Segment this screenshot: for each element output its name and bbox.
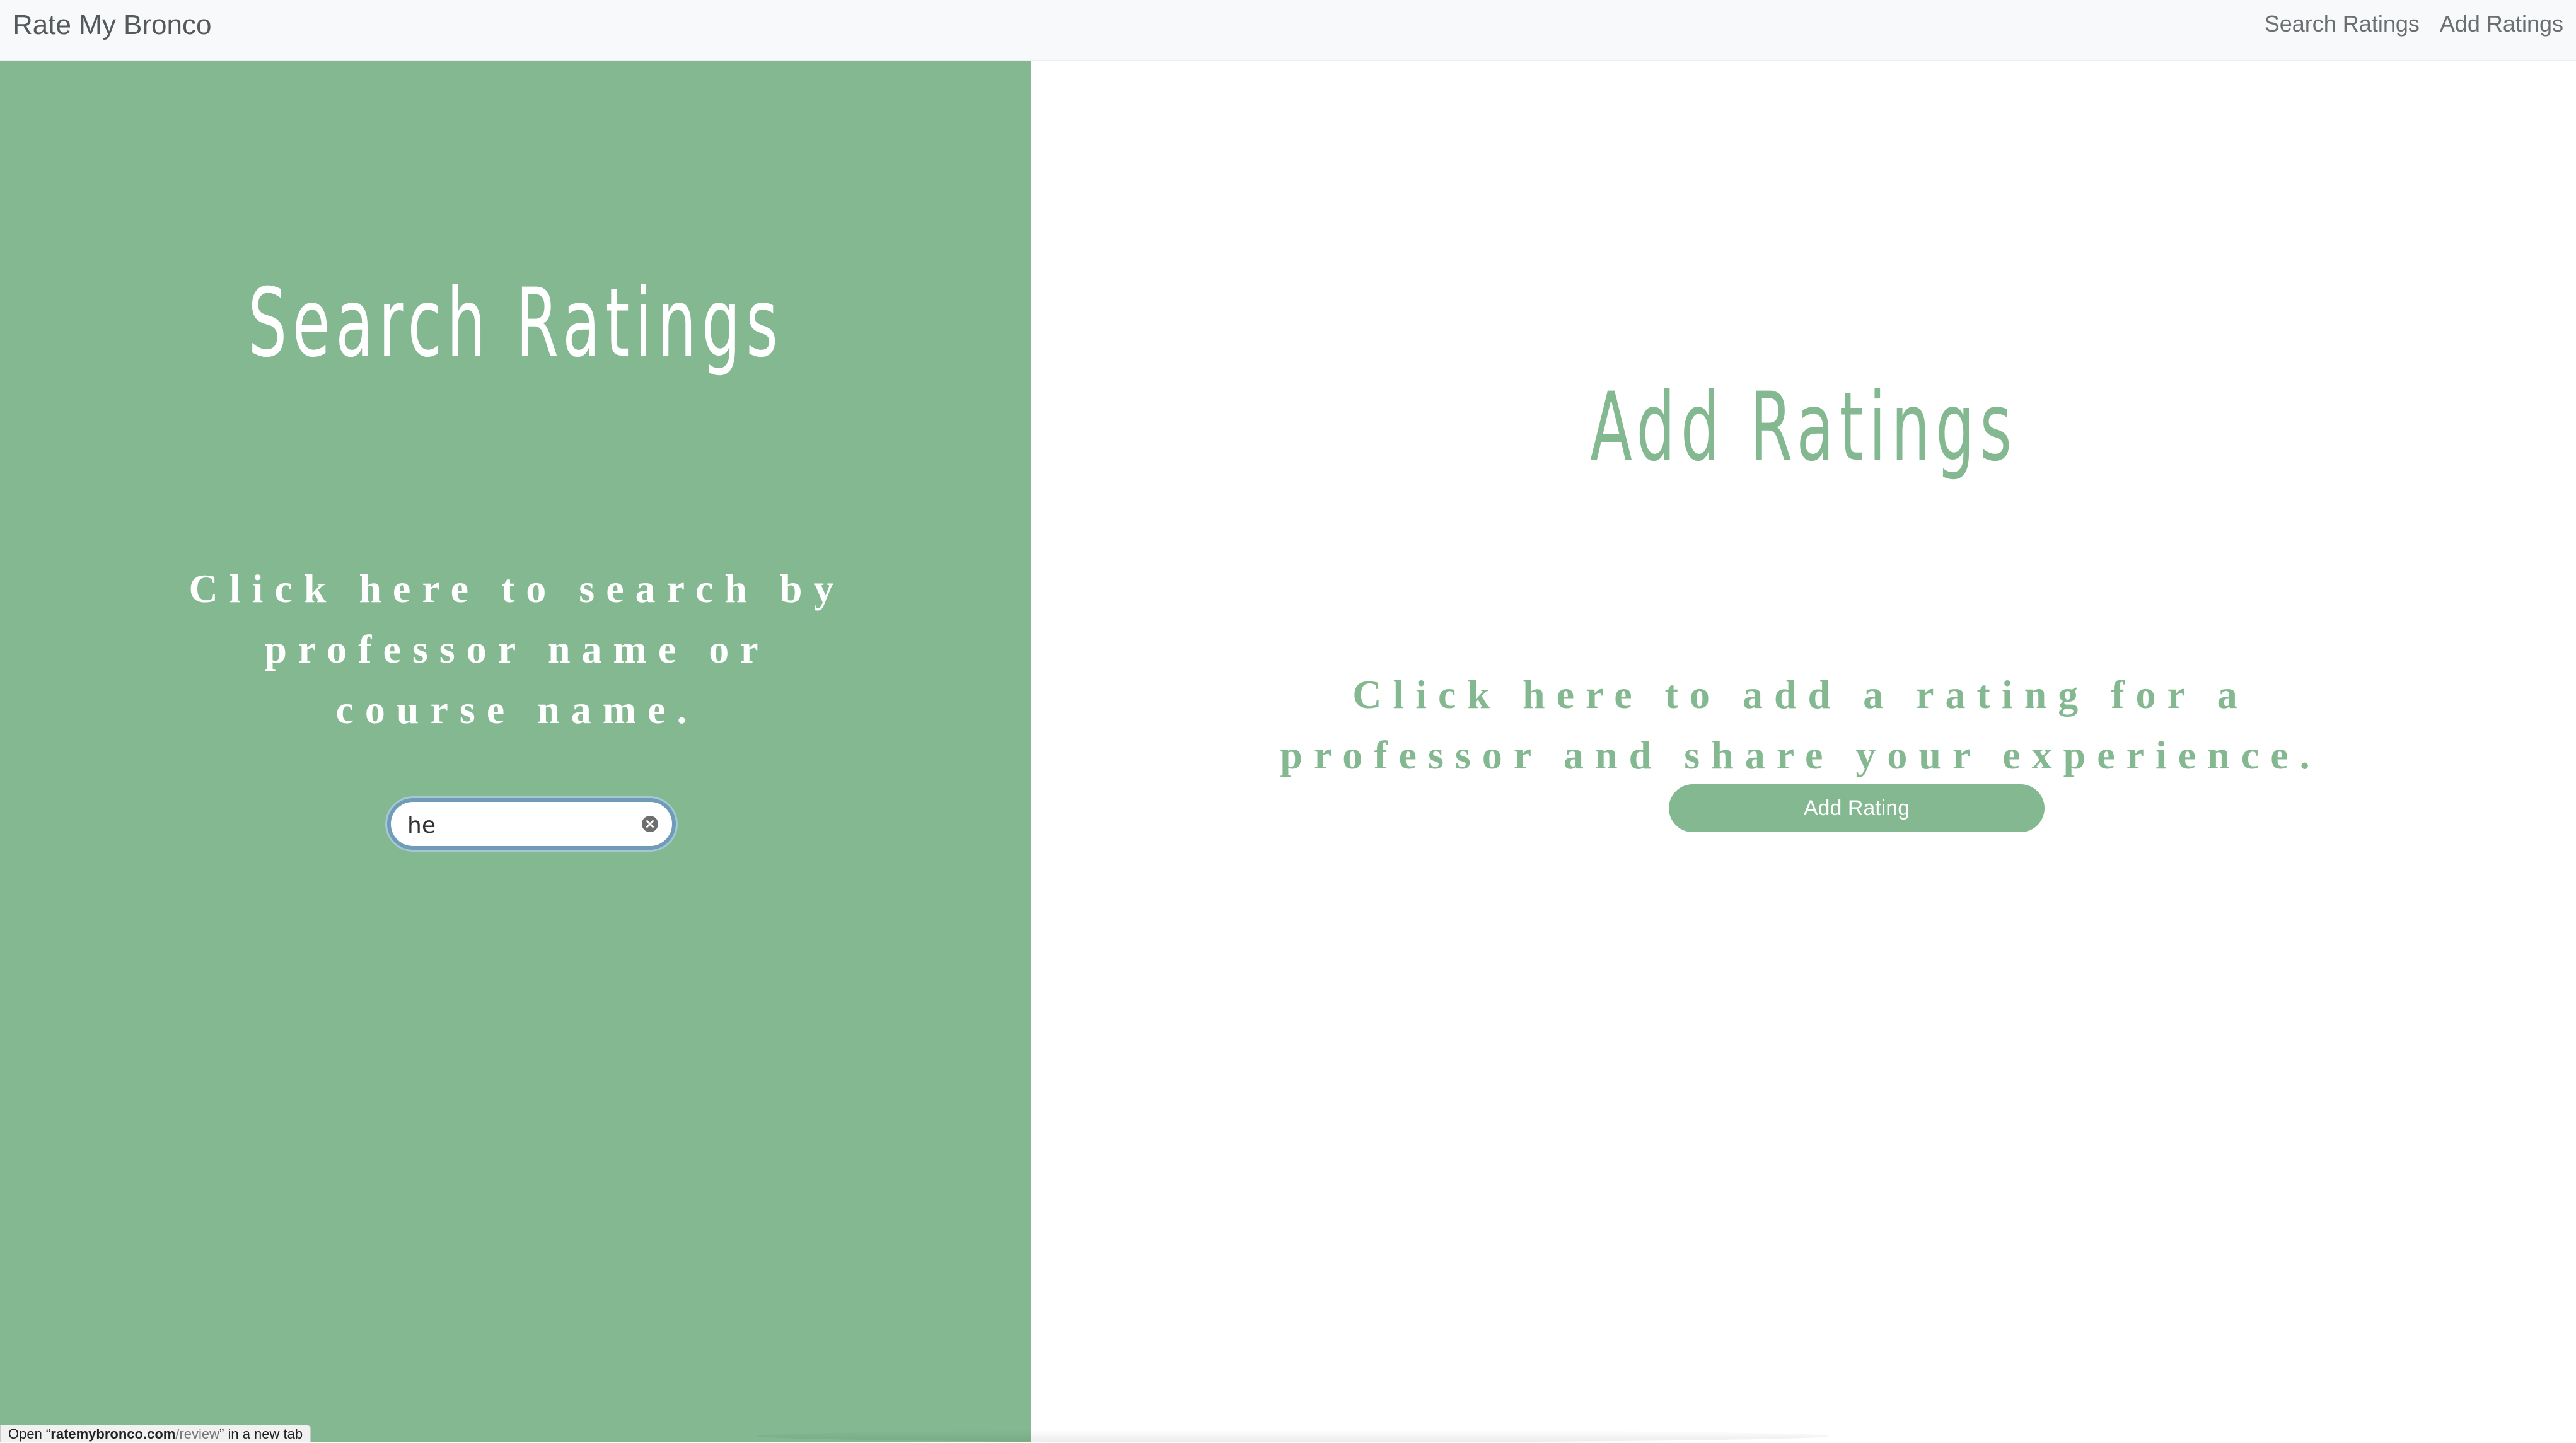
add-ratings-description[interactable]: Click here to add a rating for a profess… [1239, 664, 2362, 785]
search-input[interactable] [407, 809, 622, 841]
nav-links: Search Ratings Add Ratings [2265, 13, 2563, 35]
status-suffix: ” in a new tab [219, 1426, 303, 1442]
clear-search-icon[interactable] [642, 816, 658, 832]
page-bottom-shadow [757, 1430, 1828, 1442]
search-ratings-description[interactable]: Click here to search by professor name o… [170, 559, 864, 740]
nav-link-add-ratings[interactable]: Add Ratings [2440, 13, 2563, 35]
navbar: Rate My Bronco Search Ratings Add Rating… [0, 0, 2576, 61]
nav-link-search-ratings[interactable]: Search Ratings [2265, 13, 2420, 35]
add-ratings-panel[interactable]: Add Ratings Click here to add a rating f… [1031, 61, 2576, 1442]
search-box[interactable] [387, 798, 676, 850]
search-ratings-title: Search Ratings [248, 269, 784, 378]
status-path: /review [175, 1426, 220, 1442]
add-rating-button[interactable]: Add Rating [1669, 784, 2045, 832]
link-status-bar: Open “ratemybronco.com/review” in a new … [0, 1425, 311, 1442]
status-prefix: Open “ [8, 1426, 51, 1442]
search-ratings-panel[interactable]: Search Ratings Click here to search by p… [0, 61, 1031, 1442]
add-ratings-title: Add Ratings [1590, 373, 2017, 482]
brand-link[interactable]: Rate My Bronco [13, 11, 211, 39]
status-domain: ratemybronco.com [50, 1426, 176, 1442]
